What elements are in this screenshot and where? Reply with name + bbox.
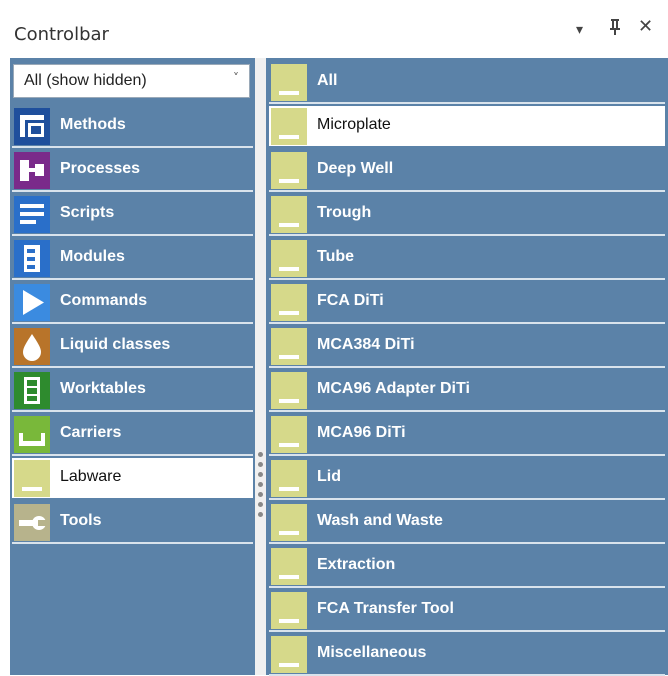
labware-item-lid[interactable]: Lid <box>269 458 665 500</box>
labware-item-extraction[interactable]: Extraction <box>269 546 665 588</box>
category-label: Tools <box>60 512 102 529</box>
labware-label: Trough <box>317 204 372 221</box>
splitter-grip-dot <box>258 512 263 517</box>
category-label: Commands <box>60 292 148 309</box>
labware-item-fca-transfer-tool[interactable]: FCA Transfer Tool <box>269 590 665 632</box>
labware-item-deep-well[interactable]: Deep Well <box>269 150 665 192</box>
labware-label: Tube <box>317 248 355 265</box>
labware-icon <box>271 416 307 453</box>
filter-selected-value: All (show hidden) <box>24 72 147 89</box>
labware-icon <box>271 460 307 497</box>
labware-icon <box>271 152 307 189</box>
category-label: Worktables <box>60 380 146 397</box>
filter-dropdown[interactable]: All (show hidden) ˅ <box>13 64 250 98</box>
carriers-icon <box>14 416 50 453</box>
category-label: Processes <box>60 160 141 177</box>
labware-label: MCA96 Adapter DiTi <box>317 380 470 397</box>
labware-label: MCA384 DiTi <box>317 336 415 353</box>
labware-label: FCA Transfer Tool <box>317 600 454 617</box>
pin-icon[interactable] <box>608 18 622 40</box>
category-label: Scripts <box>60 204 115 221</box>
category-item-labware[interactable]: Labware <box>12 458 253 500</box>
labware-label: FCA DiTi <box>317 292 384 309</box>
category-panel: All (show hidden) ˅ Methods Processes Sc… <box>10 58 255 675</box>
category-item-liquid-classes[interactable]: Liquid classes <box>12 326 253 368</box>
splitter-grip-dot <box>258 492 263 497</box>
category-label: Modules <box>60 248 125 265</box>
splitter-grip-dot <box>258 482 263 487</box>
modules-icon <box>14 240 50 277</box>
processes-icon <box>14 152 50 189</box>
scripts-icon <box>14 196 50 233</box>
labware-label: Miscellaneous <box>317 644 427 661</box>
labware-label: Lid <box>317 468 341 485</box>
category-item-tools[interactable]: Tools <box>12 502 253 544</box>
labware-icon <box>271 196 307 233</box>
labware-item-wash-and-waste[interactable]: Wash and Waste <box>269 502 665 544</box>
category-item-methods[interactable]: Methods <box>12 106 253 148</box>
controlbar-titlebar: Controlbar ▾ ✕ <box>10 10 668 54</box>
labware-item-mca96-adapter-diti[interactable]: MCA96 Adapter DiTi <box>269 370 665 412</box>
tools-icon <box>14 504 50 541</box>
labware-label: Deep Well <box>317 160 394 177</box>
panel-title: Controlbar <box>14 24 109 45</box>
category-label: Liquid classes <box>60 336 171 353</box>
labware-icon <box>271 240 307 277</box>
category-item-worktables[interactable]: Worktables <box>12 370 253 412</box>
labware-icon <box>271 636 307 673</box>
category-item-carriers[interactable]: Carriers <box>12 414 253 456</box>
worktables-icon <box>14 372 50 409</box>
labware-icon <box>271 592 307 629</box>
labware-label: Wash and Waste <box>317 512 443 529</box>
labware-icon <box>271 108 307 145</box>
category-label: Methods <box>60 116 126 133</box>
labware-icon <box>271 504 307 541</box>
close-icon[interactable]: ✕ <box>638 18 653 36</box>
labware-icon <box>271 548 307 585</box>
labware-item-miscellaneous[interactable]: Miscellaneous <box>269 634 665 676</box>
labware-item-tube[interactable]: Tube <box>269 238 665 280</box>
labware-label: Microplate <box>317 116 391 133</box>
category-item-commands[interactable]: Commands <box>12 282 253 324</box>
labware-item-all[interactable]: All <box>269 62 665 104</box>
methods-icon <box>14 108 50 145</box>
labware-item-mca384-diti[interactable]: MCA384 DiTi <box>269 326 665 368</box>
labware-icon <box>271 64 307 101</box>
labware-item-fca-diti[interactable]: FCA DiTi <box>269 282 665 324</box>
splitter-grip-dot <box>258 452 263 457</box>
labware-icon <box>14 460 50 497</box>
labware-label: Extraction <box>317 556 396 573</box>
labware-label: All <box>317 72 338 89</box>
labware-item-microplate[interactable]: Microplate <box>269 106 665 148</box>
category-item-processes[interactable]: Processes <box>12 150 253 192</box>
labware-label: MCA96 DiTi <box>317 424 406 441</box>
labware-icon <box>271 372 307 409</box>
splitter-grip-dot <box>258 462 263 467</box>
category-label: Labware <box>60 468 122 485</box>
labware-item-mca96-diti[interactable]: MCA96 DiTi <box>269 414 665 456</box>
window-menu-dropdown-icon[interactable]: ▾ <box>576 21 583 39</box>
liquid-drop-icon <box>14 328 50 365</box>
category-item-scripts[interactable]: Scripts <box>12 194 253 236</box>
labware-item-trough[interactable]: Trough <box>269 194 665 236</box>
labware-icon <box>271 328 307 365</box>
chevron-down-icon: ˅ <box>233 71 239 85</box>
category-item-modules[interactable]: Modules <box>12 238 253 280</box>
labware-icon <box>271 284 307 321</box>
category-label: Carriers <box>60 424 122 441</box>
panel-splitter[interactable] <box>255 58 266 675</box>
labware-type-panel: All Microplate Deep Well Trough Tube FCA… <box>266 58 668 676</box>
splitter-grip-dot <box>258 502 263 507</box>
splitter-grip-dot <box>258 472 263 477</box>
commands-icon <box>14 284 50 321</box>
